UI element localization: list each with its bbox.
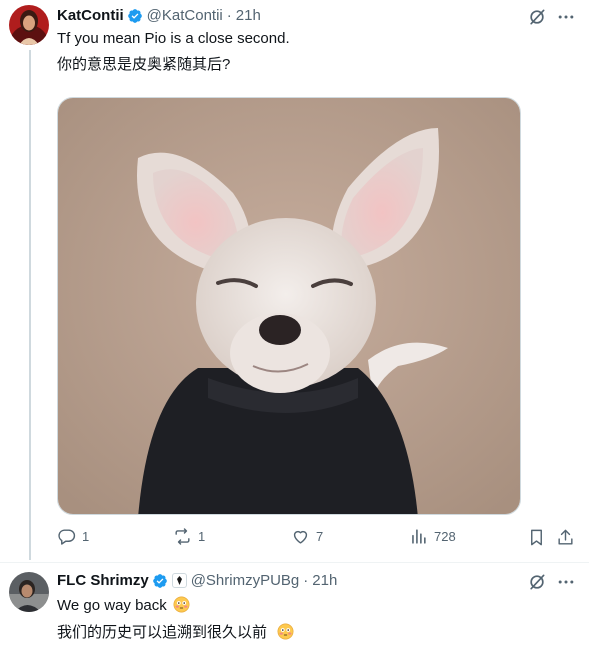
timestamp[interactable]: 21h (312, 572, 337, 589)
tweet-header: FLC Shrimzy @ShrimzyPUBg · 21h (57, 572, 337, 589)
tweet-text: We go way back (57, 596, 190, 616)
handle[interactable]: @ShrimzyPUBg (191, 572, 300, 589)
flushed-face-emoji-icon (277, 623, 294, 640)
heart-icon (293, 530, 308, 544)
like-count: 7 (316, 529, 324, 544)
reply-count: 1 (82, 529, 90, 544)
chihuahua-photo (58, 98, 520, 514)
tweet-text: Tf you mean Pio is a close second. (57, 30, 290, 47)
flushed-face-emoji-icon (173, 596, 190, 613)
display-name[interactable]: FLC Shrimzy (57, 572, 149, 589)
handle[interactable]: @KatContii (147, 7, 223, 24)
more-options-icon[interactable] (556, 7, 576, 27)
affiliate-badge-icon[interactable] (171, 573, 187, 588)
views-button[interactable]: 728 (409, 527, 456, 546)
grok-icon[interactable] (527, 7, 547, 27)
tweet-flc-shrimzy[interactable]: FLC Shrimzy @ShrimzyPUBg · 21h We go way… (0, 563, 589, 649)
repost-count: 1 (198, 529, 206, 544)
view-count: 728 (434, 529, 456, 544)
verified-badge-icon (127, 8, 142, 23)
repost-button[interactable]: 1 (173, 527, 205, 546)
bookmark-icon[interactable] (527, 528, 546, 547)
separator-dot: · (303, 572, 309, 589)
repost-icon (175, 528, 190, 545)
share-icon[interactable] (556, 528, 575, 547)
reply-icon (58, 529, 76, 545)
separator-dot: · (226, 7, 232, 24)
tweet-actions: 1 1 7 728 (57, 527, 577, 549)
tweet-media-image[interactable] (57, 97, 521, 515)
verified-badge-icon (152, 573, 167, 588)
reply-button[interactable]: 1 (57, 527, 89, 546)
tweet-text-translation: 我们的历史可以追溯到很久以前 (57, 623, 294, 643)
timestamp[interactable]: 21h (236, 7, 261, 24)
more-options-icon[interactable] (556, 572, 576, 592)
tweet-text-translation: 你的意思是皮奥紧随其后? (57, 56, 231, 73)
avatar[interactable] (9, 572, 49, 612)
tweet-header: KatContii @KatContii · 21h (57, 7, 261, 24)
tweet-katcontii[interactable]: KatContii @KatContii · 21h Tf you mean P… (0, 0, 589, 560)
thread-line (29, 50, 31, 560)
display-name[interactable]: KatContii (57, 7, 124, 24)
avatar[interactable] (9, 5, 49, 45)
tweet-text-translation-content: 我们的历史可以追溯到很久以前 (57, 624, 268, 641)
views-chart-icon (412, 529, 426, 544)
like-button[interactable]: 7 (291, 527, 323, 546)
tweet-text-content: We go way back (57, 597, 167, 614)
grok-icon[interactable] (527, 572, 547, 592)
